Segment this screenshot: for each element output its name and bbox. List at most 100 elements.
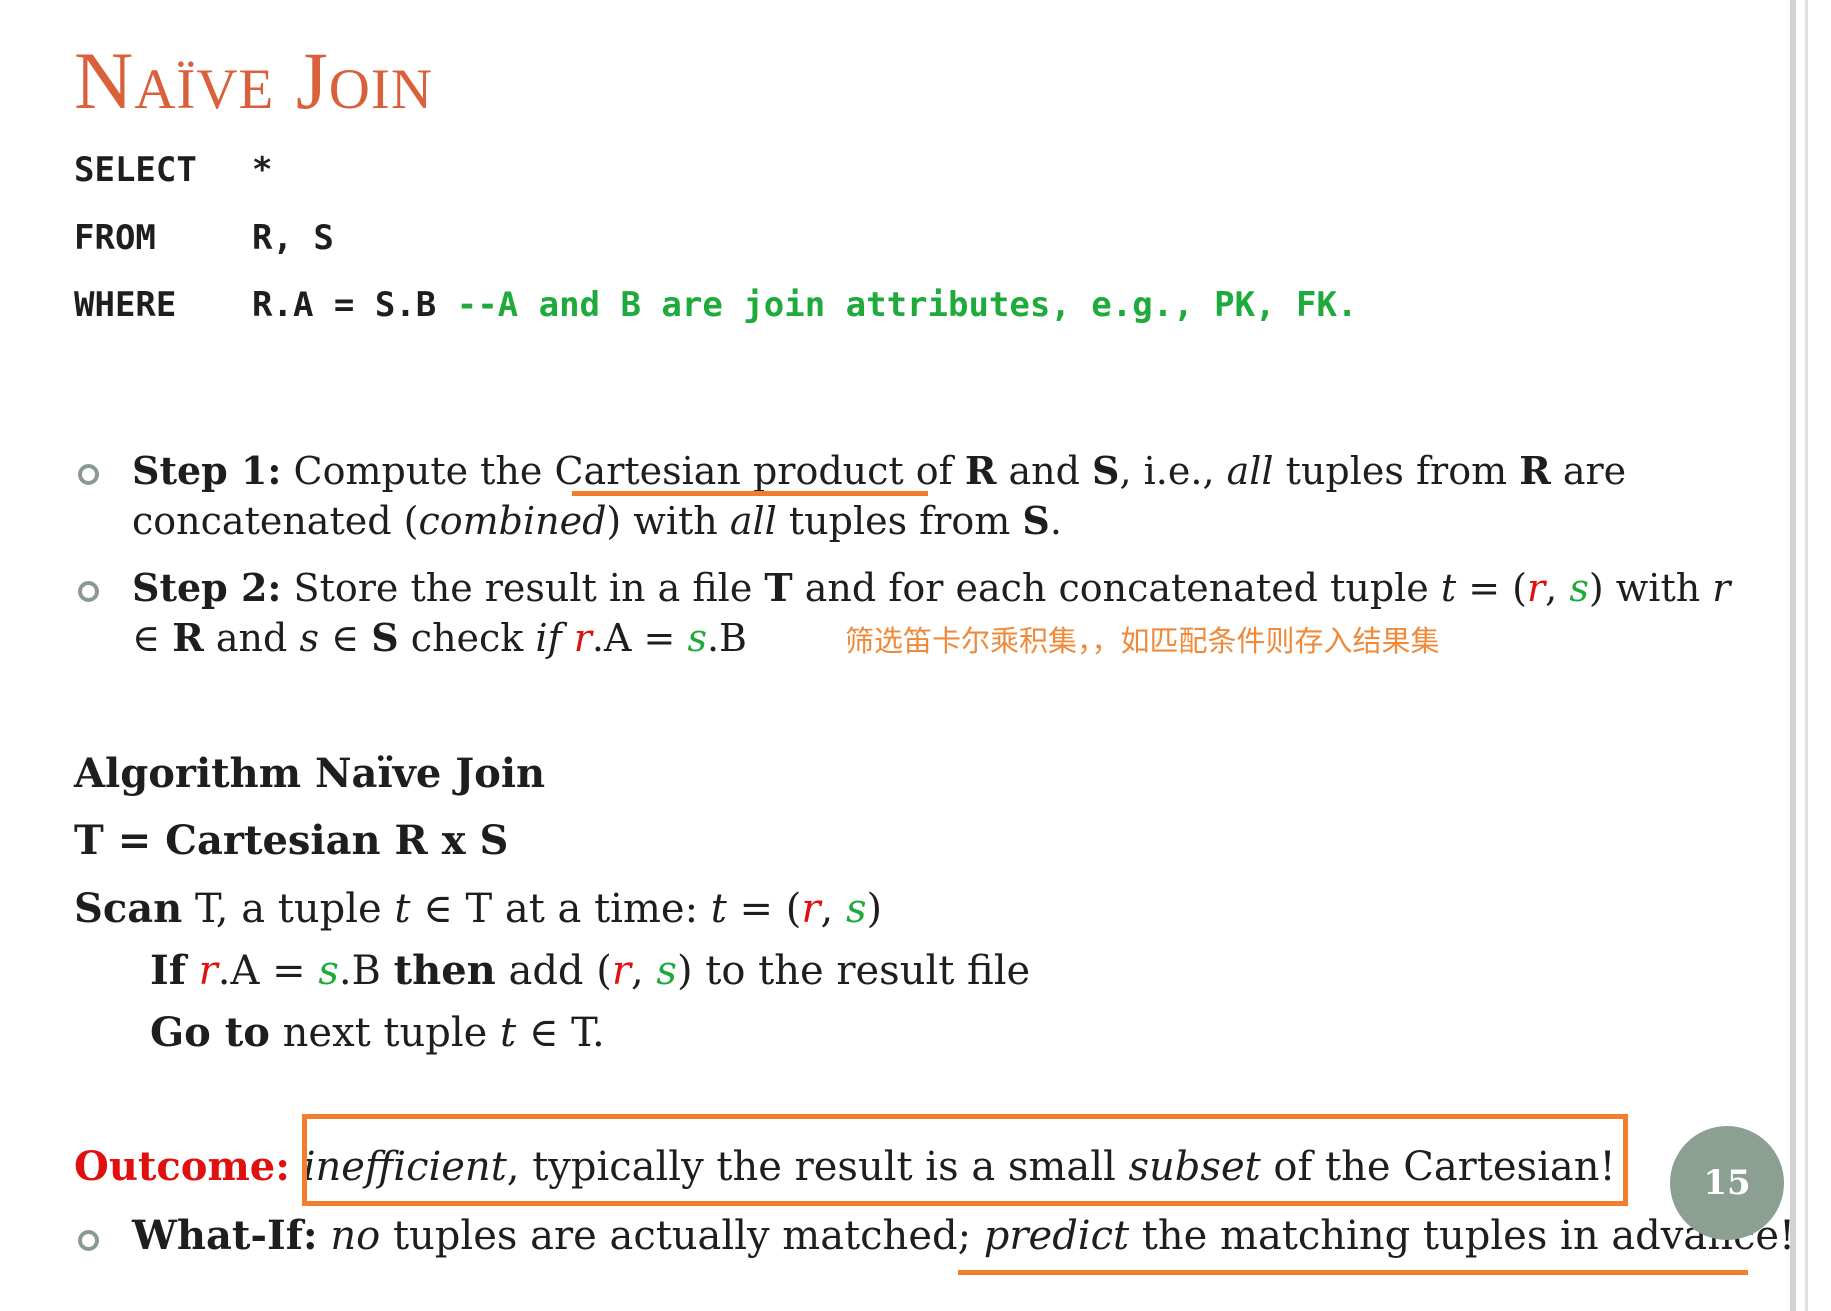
sql-from-value: R, S [252, 218, 334, 258]
algo-text [186, 948, 199, 994]
circle-bullet-icon [78, 1230, 99, 1251]
relation-r: R [172, 615, 204, 660]
relation-r: R [1519, 448, 1551, 493]
whatif-text: tuples are actually matched; [380, 1213, 984, 1259]
emphasis-predict: predict [983, 1213, 1130, 1259]
algo-text: , [630, 948, 657, 994]
slide-title: Naïve Join [74, 35, 434, 126]
file-t: T [764, 565, 793, 610]
emphasis-all: all [729, 499, 777, 543]
step2-text: ∈ [318, 616, 372, 660]
tuple-s: s [1569, 566, 1589, 610]
algo-text: = ( [726, 886, 802, 932]
sql-select-value: * [252, 150, 273, 190]
goto-keyword: Go to [150, 1009, 270, 1056]
chinese-annotation: 筛选笛卡尔乘积集，，如匹配条件则存入结果集 [845, 624, 1440, 658]
sql-select-line: SELECT * [74, 150, 272, 190]
page-number-badge: 15 [1670, 1126, 1784, 1240]
then-keyword: then [393, 947, 496, 994]
right-border-rule-inner [1805, 0, 1808, 1311]
step1-text: ) with [606, 499, 730, 543]
step1-text: Compute the [281, 449, 555, 493]
step1-text: are [1550, 449, 1627, 493]
tuple-r: r [198, 948, 218, 994]
step1-text: concatenated ( [132, 499, 419, 543]
step2-text [562, 616, 574, 660]
algorithm-heading: Algorithm Naïve Join [74, 750, 546, 797]
sql-where-value: R.A = S.B [252, 285, 437, 325]
tuple-t: t [394, 886, 411, 932]
algorithm-line-cartesian: T = Cartesian R x S [74, 817, 509, 864]
tuple-r: r [1712, 566, 1731, 610]
if-keyword: If [150, 947, 186, 994]
step2-label: Step 2: [132, 565, 282, 610]
relation-s: S [371, 615, 399, 660]
tuple-t: t [500, 1010, 517, 1056]
sql-from-keyword: FROM [74, 218, 156, 258]
step2-text: Store the result in a file [281, 566, 765, 610]
algo-text: , [820, 886, 846, 932]
sql-select-keyword: SELECT [74, 150, 197, 190]
emphasis-no: no [330, 1213, 381, 1259]
step2-text: .A = [591, 616, 688, 660]
step1-line2: concatenated (combined) with all tuples … [132, 495, 1062, 547]
step1-text: tuples from [1273, 449, 1520, 493]
step2-text: .B [706, 616, 747, 660]
whatif-label: What-If: [132, 1212, 318, 1259]
step2-text: , [1545, 566, 1570, 610]
algo-text: ) to the result file [676, 948, 1031, 994]
step1-text: tuples from [776, 499, 1023, 543]
tuple-s: s [299, 616, 319, 660]
algo-text: T, a tuple [182, 886, 395, 932]
relation-s: S [1092, 448, 1120, 493]
algo-text: ∈ T at a time: [410, 886, 711, 932]
emphasis-combined: combined [418, 499, 607, 543]
cartesian-product-underline [572, 491, 928, 496]
step2-text: and for each concatenated tuple [792, 566, 1441, 610]
whatif-line: What-If: no tuples are actually matched;… [132, 1210, 1795, 1262]
step2-text: = ( [1456, 566, 1527, 610]
predict-underline [958, 1270, 1748, 1275]
sql-where-line: WHERE R.A = S.B --A and B are join attrib… [74, 285, 1357, 325]
whatif-text [318, 1213, 331, 1259]
step1-text: . [1049, 499, 1062, 543]
step2-text: and [203, 616, 300, 660]
circle-bullet-icon [78, 464, 99, 485]
outcome-highlight-box [302, 1114, 1628, 1206]
algo-text: ) [866, 886, 883, 932]
step1-text: of [915, 449, 965, 493]
step1-label: Step 1: [132, 448, 282, 493]
tuple-s: s [845, 886, 867, 932]
sql-from-line: FROM R, S [74, 218, 334, 258]
tuple-s: s [318, 948, 339, 994]
tuple-r: r [801, 886, 821, 932]
step1-text: and [996, 449, 1093, 493]
tuple-s: s [656, 948, 677, 994]
tuple-t: t [1440, 566, 1457, 610]
step2-line2: ∈ R and s ∈ S check if r.A = s.B [132, 612, 747, 664]
step2-text: ) with [1588, 566, 1713, 610]
algo-text: .A = [217, 948, 319, 994]
tuple-r: r [573, 616, 592, 660]
tuple-t: t [710, 886, 727, 932]
algorithm-line-if: If r.A = s.B then add (r, s) to the resu… [150, 947, 1030, 994]
sql-where-comment: --A and B are join attributes, e.g., PK,… [456, 285, 1358, 325]
circle-bullet-icon [78, 581, 99, 602]
tuple-r: r [1527, 566, 1546, 610]
outcome-text [290, 1144, 303, 1190]
step1-text: , i.e., [1119, 449, 1227, 493]
sql-where-keyword: WHERE [74, 285, 177, 325]
algo-text: add ( [495, 948, 612, 994]
step2-text: ∈ [132, 616, 173, 660]
tuple-r: r [611, 948, 631, 994]
algo-text: next tuple [269, 1010, 501, 1056]
right-border-rule [1790, 0, 1796, 1311]
scan-keyword: Scan [74, 885, 183, 932]
emphasis-if: if [535, 616, 562, 660]
algorithm-line-goto: Go to next tuple t ∈ T. [150, 1009, 605, 1056]
relation-r: R [964, 448, 997, 493]
algo-text: .B [338, 948, 394, 994]
outcome-label: Outcome: [74, 1143, 290, 1190]
relation-s: S [1022, 498, 1050, 543]
step2-text: check [398, 616, 536, 660]
